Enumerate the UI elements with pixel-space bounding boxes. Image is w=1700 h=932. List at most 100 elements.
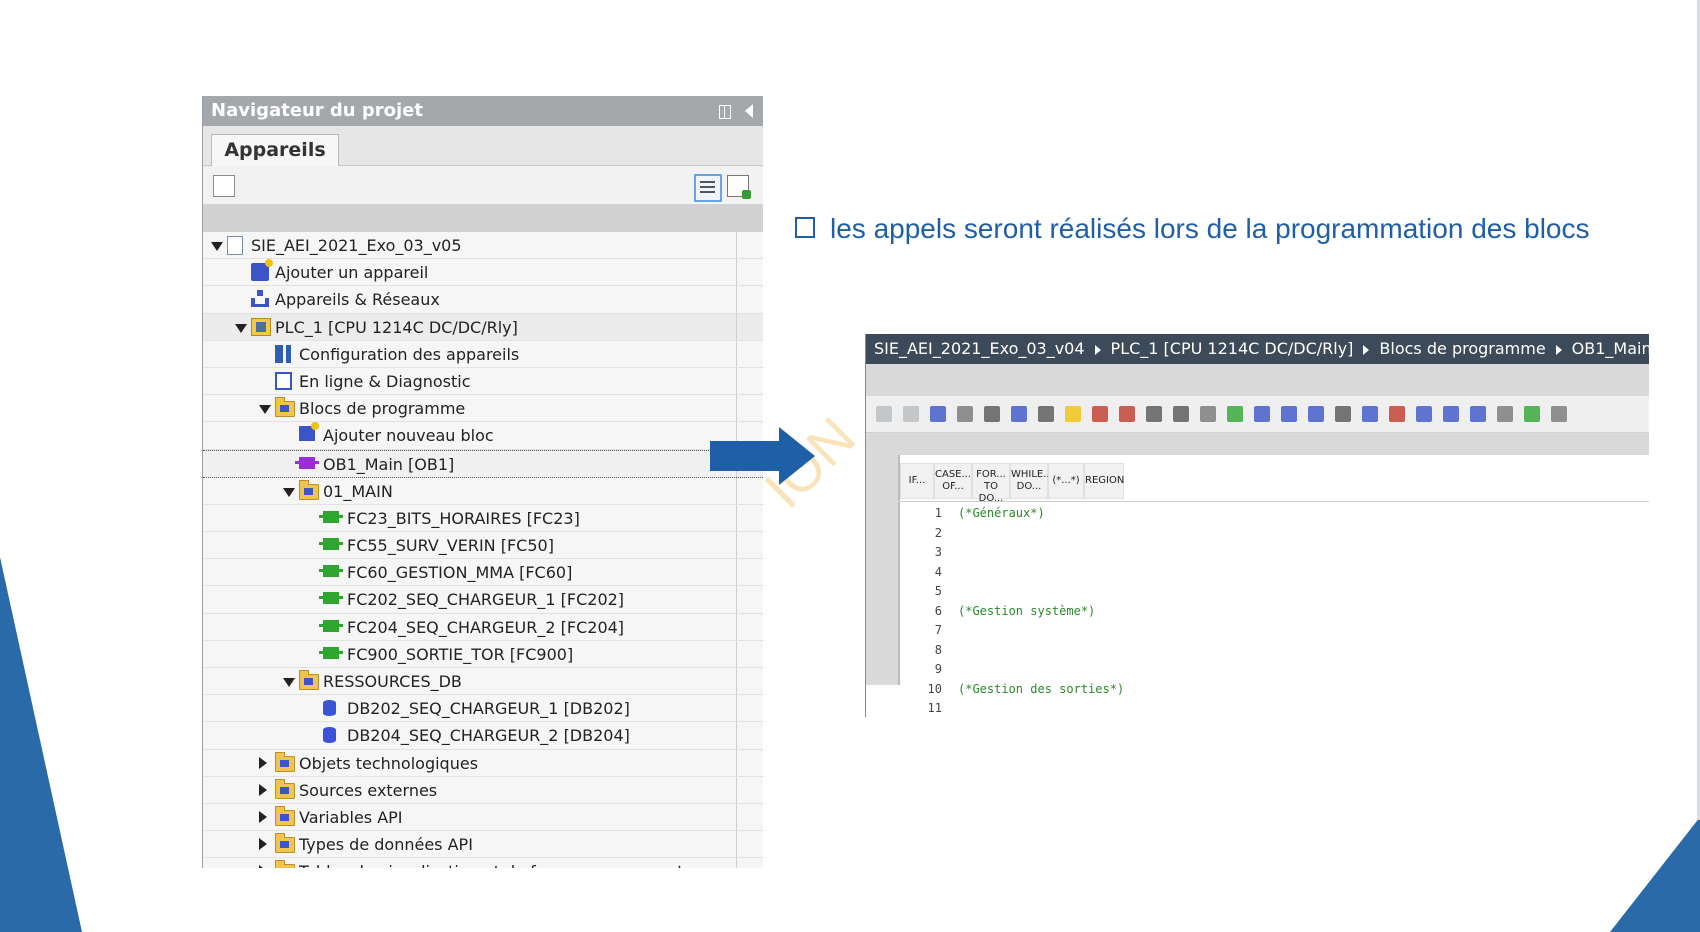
tree-item[interactable]: Objets technologiques xyxy=(203,749,763,777)
toolbar-tool-icon[interactable] xyxy=(1524,406,1540,422)
line-number: 5 xyxy=(934,584,942,598)
toolbar-tool-icon[interactable] xyxy=(1200,406,1216,422)
toolbar-tool-icon[interactable] xyxy=(1092,406,1108,422)
collapse-arrow-icon[interactable] xyxy=(259,810,267,823)
code-line[interactable]: (*Gestion système*) xyxy=(958,604,1095,624)
tree-item[interactable]: Blocs de programme xyxy=(203,395,763,423)
tree-item[interactable]: Appareils & Réseaux xyxy=(203,286,763,314)
toolbar-tool-icon[interactable] xyxy=(876,406,892,422)
expand-arrow-icon[interactable] xyxy=(283,487,295,497)
sync-icon[interactable] xyxy=(727,175,751,199)
tree-item[interactable]: SIE_AEI_2021_Exo_03_v05 xyxy=(203,232,763,260)
tree-item[interactable]: En ligne & Diagnostic xyxy=(203,367,763,396)
toolbar-tool-icon[interactable] xyxy=(1065,406,1081,422)
expand-arrow-icon[interactable] xyxy=(235,323,247,333)
arrow-head-icon xyxy=(779,427,815,485)
pin-icon[interactable] xyxy=(719,105,731,119)
tree-item[interactable]: 01_MAIN xyxy=(203,477,763,505)
code-area[interactable]: 1 (*Généraux*) 2 3 4 5 6 (*Gestion système*) 7 8 9… xyxy=(898,501,1649,715)
toolbar-tool-icon[interactable] xyxy=(1227,406,1243,422)
toolbar-tool-icon[interactable] xyxy=(984,406,1000,422)
keyword-button[interactable]: IF... xyxy=(900,463,934,499)
group-folder-icon xyxy=(299,479,319,500)
tree-item[interactable]: FC202_SEQ_CHARGEUR_1 [FC202] xyxy=(203,586,763,614)
navigator-toolbar xyxy=(203,166,763,204)
arrow-right-icon xyxy=(710,441,779,471)
tree-item-label: Types de données API xyxy=(299,835,473,855)
toolbar-tool-icon[interactable] xyxy=(1335,406,1351,422)
toolbar-tool-icon[interactable] xyxy=(1281,406,1297,422)
keyword-button[interactable]: WHILE... DO... xyxy=(1010,463,1053,499)
toolbar-tool-icon[interactable] xyxy=(1038,406,1054,422)
line-number: 9 xyxy=(934,662,942,676)
keyword-label: OF... xyxy=(942,481,964,492)
code-line[interactable]: (*Généraux*) xyxy=(958,506,1045,526)
toolbar-tool-icon[interactable] xyxy=(1416,406,1432,422)
breadcrumb-item[interactable]: Blocs de programme xyxy=(1379,339,1545,358)
toolbar-tool-icon[interactable] xyxy=(1443,406,1459,422)
toolbar-tool-icon[interactable] xyxy=(1308,406,1324,422)
toolbar-tool-icon[interactable] xyxy=(1497,406,1513,422)
tree-item[interactable]: DB202_SEQ_CHARGEUR_1 [DB202] xyxy=(203,695,763,723)
tree-item[interactable]: OB1_Main [OB1] xyxy=(203,449,763,478)
project-tree-icon[interactable] xyxy=(213,175,235,197)
toolbar-tool-icon[interactable] xyxy=(1389,406,1405,422)
tree-item-label: OB1_Main [OB1] xyxy=(323,454,455,474)
expand-arrow-icon[interactable] xyxy=(259,405,271,415)
collapse-arrow-icon[interactable] xyxy=(259,756,267,769)
toolbar-tool-icon[interactable] xyxy=(1146,406,1162,422)
toolbar-tool-icon[interactable] xyxy=(957,406,973,422)
external-sources-folder-icon xyxy=(275,778,295,799)
tree-item[interactable]: Ajouter un appareil xyxy=(203,259,763,287)
breadcrumb-item[interactable]: OB1_Main [OB1 xyxy=(1572,339,1649,358)
tree-item[interactable]: FC23_BITS_HORAIRES [FC23] xyxy=(203,504,763,533)
tab-appareils[interactable]: Appareils xyxy=(211,134,339,166)
tree-item-label: RESSOURCES_DB xyxy=(323,672,462,691)
tree-item[interactable]: FC55_SURV_VERIN [FC50] xyxy=(203,532,763,560)
column-divider xyxy=(736,504,737,532)
toolbar-tool-icon[interactable] xyxy=(1551,406,1567,422)
tree-item[interactable]: Configuration des appareils xyxy=(203,340,763,368)
toolbar-tool-icon[interactable] xyxy=(1119,406,1135,422)
toolbar-tool-icon[interactable] xyxy=(1470,406,1486,422)
navigator-title: Navigateur du projet xyxy=(211,100,423,121)
toolbar-tool-icon[interactable] xyxy=(1173,406,1189,422)
tree-item[interactable]: PLC_1 [CPU 1214C DC/DC/Rly] xyxy=(203,313,763,341)
toolbar-tool-icon[interactable] xyxy=(903,406,919,422)
toolbar-tool-icon[interactable] xyxy=(1011,406,1027,422)
tree-item[interactable]: FC60_GESTION_MMA [FC60] xyxy=(203,559,763,587)
tree-item[interactable]: Variables API xyxy=(203,803,763,832)
tree-item[interactable]: Tables de visualisation et de forçage pe… xyxy=(203,858,763,868)
tree-item-label: Tables de visualisation et de forçage pe… xyxy=(299,862,684,868)
collapse-arrow-icon[interactable] xyxy=(259,865,267,868)
tree-item[interactable]: FC204_SEQ_CHARGEUR_2 [FC204] xyxy=(203,613,763,641)
detail-view-icon[interactable] xyxy=(694,174,722,202)
tree-item[interactable]: Types de données API xyxy=(203,831,763,859)
toolbar-tool-icon[interactable] xyxy=(1362,406,1378,422)
keyword-button[interactable]: CASE... OF... xyxy=(934,463,972,499)
line-number: 7 xyxy=(934,623,942,637)
collapse-arrow-icon[interactable] xyxy=(259,783,267,796)
tree-item[interactable]: RESSOURCES_DB xyxy=(203,668,763,696)
tree-item-label: Variables API xyxy=(299,807,403,827)
tree-item[interactable]: DB204_SEQ_CHARGEUR_2 [DB204] xyxy=(203,722,763,750)
collapse-icon[interactable] xyxy=(745,104,753,118)
expand-arrow-icon[interactable] xyxy=(211,242,223,251)
keyword-button[interactable]: (*...*) xyxy=(1048,463,1084,499)
keyword-button[interactable]: REGION xyxy=(1084,463,1124,499)
toolbar-tool-icon[interactable] xyxy=(930,406,946,422)
tree-item[interactable]: Sources externes xyxy=(203,776,763,804)
tree-item[interactable]: Ajouter nouveau bloc xyxy=(203,422,763,450)
column-divider xyxy=(736,286,737,313)
expand-arrow-icon[interactable] xyxy=(283,678,295,687)
online-diagnostic-icon xyxy=(275,371,292,390)
code-line[interactable]: (*Gestion des sorties*) xyxy=(958,682,1124,702)
toolbar-tool-icon[interactable] xyxy=(1254,406,1270,422)
breadcrumb-item[interactable]: SIE_AEI_2021_Exo_03_v04 xyxy=(874,339,1085,358)
collapse-arrow-icon[interactable] xyxy=(259,838,267,851)
editor-separator xyxy=(866,433,1649,455)
tree-item[interactable]: FC900_SORTIE_TOR [FC900] xyxy=(203,640,763,668)
breadcrumb-item[interactable]: PLC_1 [CPU 1214C DC/DC/Rly] xyxy=(1111,339,1354,358)
navigator-tabs: Appareils xyxy=(203,126,763,166)
keyword-button[interactable]: FOR... TO DO... xyxy=(972,463,1010,504)
